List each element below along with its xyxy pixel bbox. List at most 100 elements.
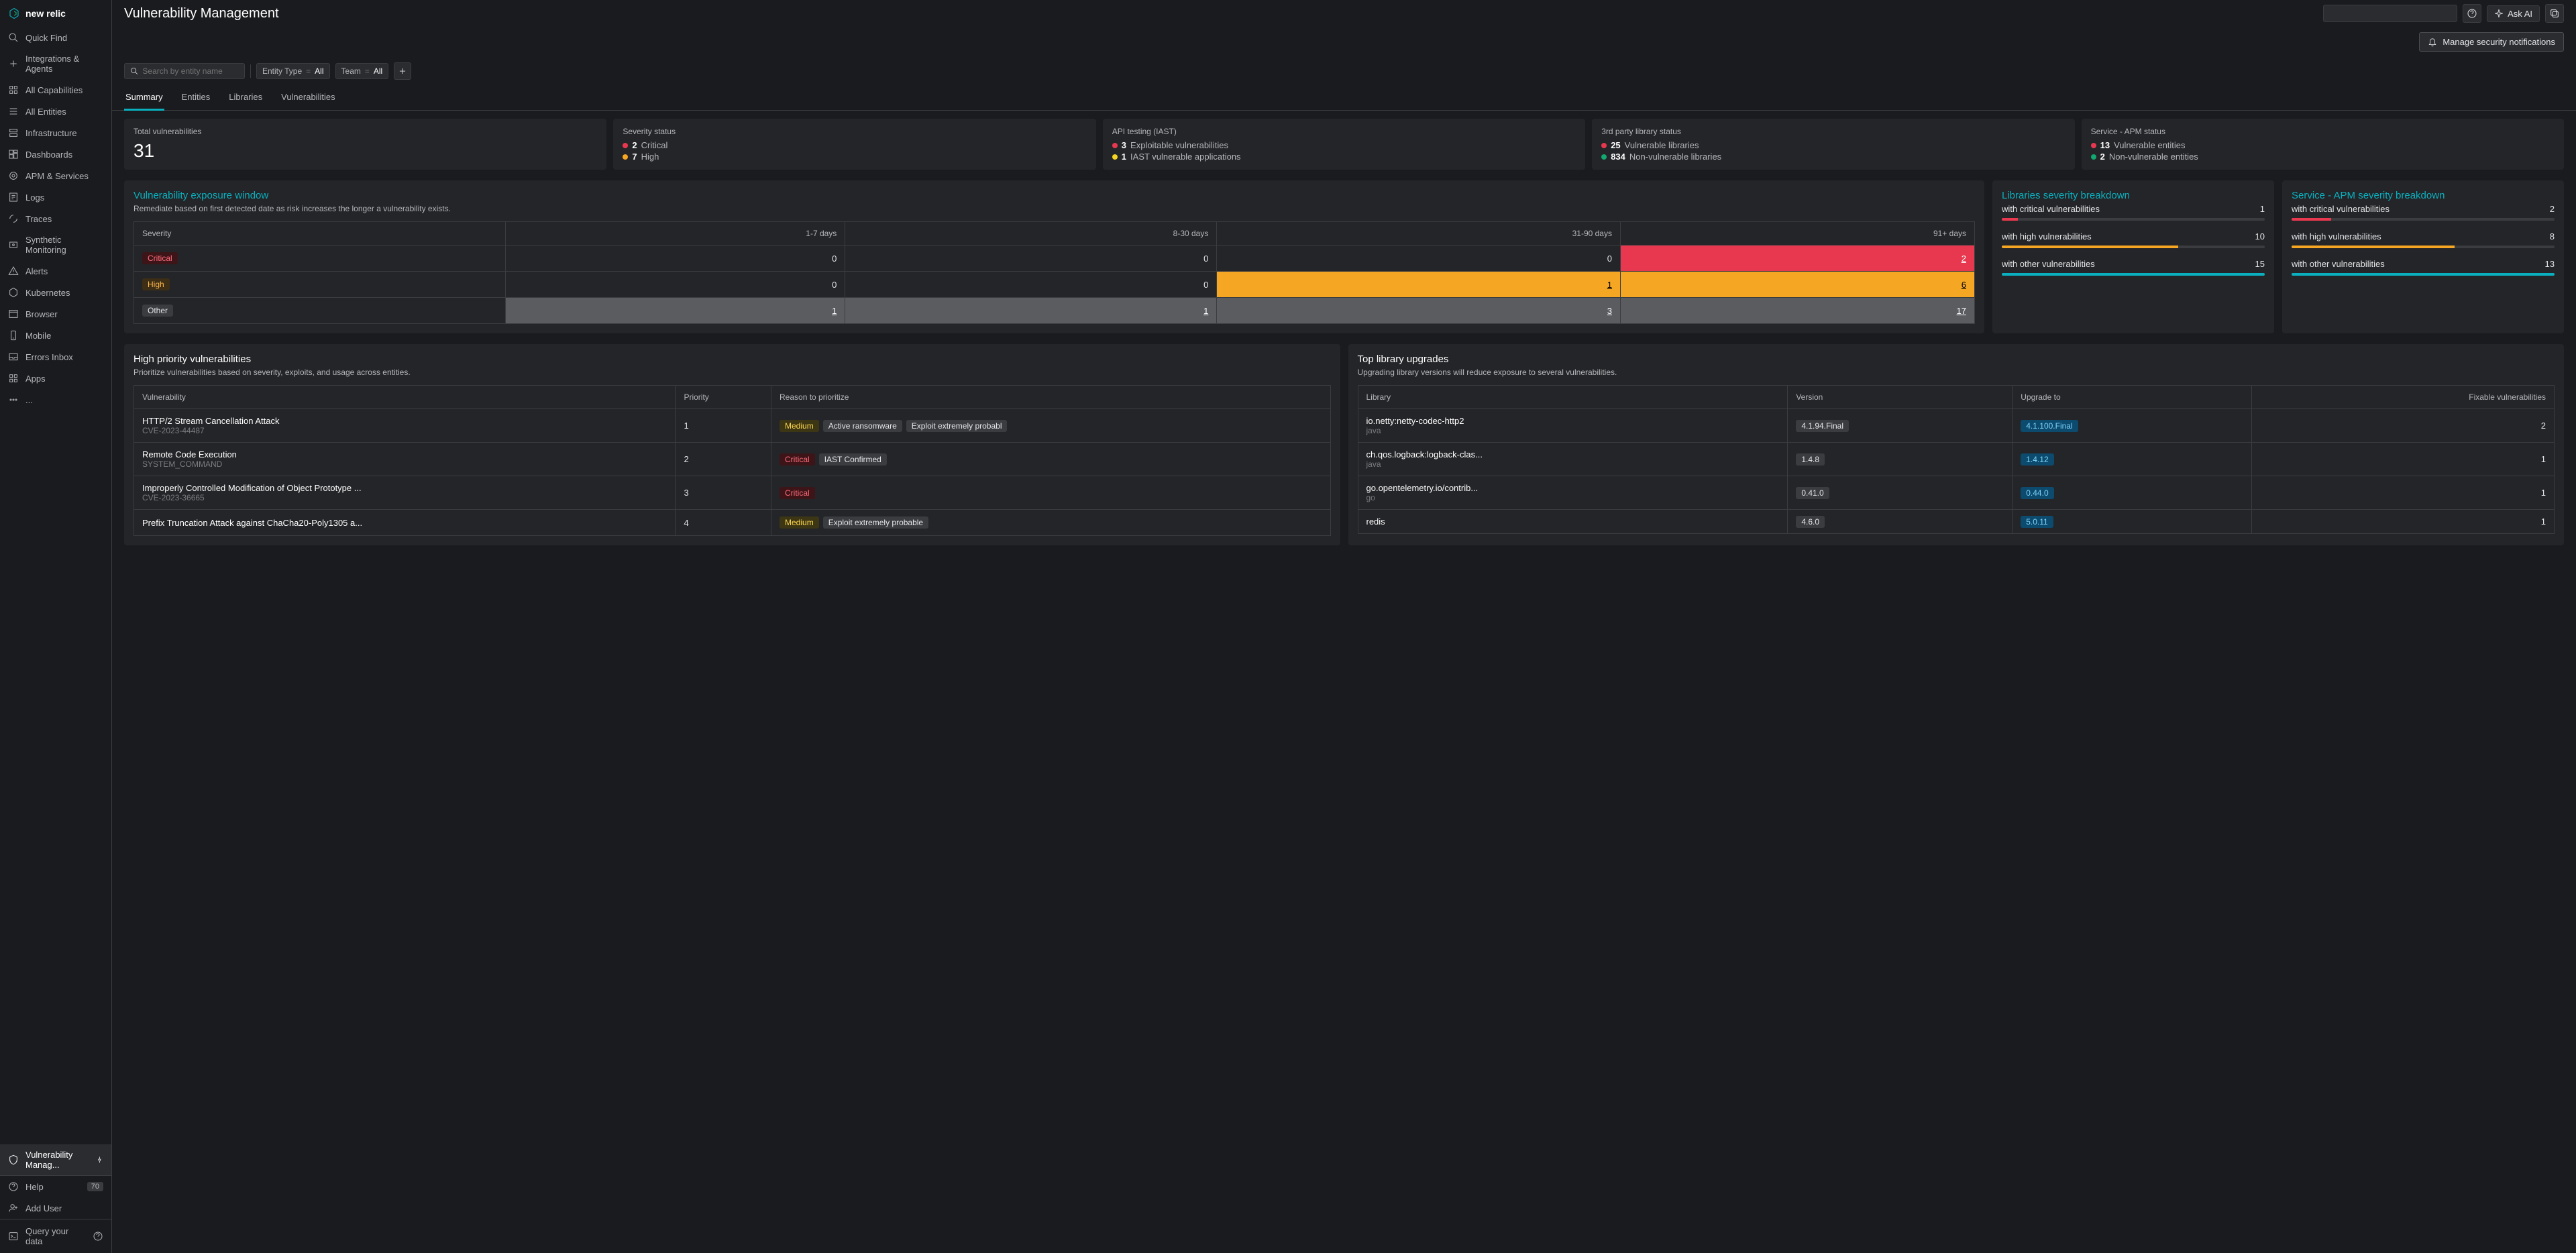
priority-row[interactable]: Prefix Truncation Attack against ChaCha2…	[134, 510, 1331, 536]
sidebar-item-synthetic-monitoring[interactable]: Synthetic Monitoring	[0, 229, 111, 260]
breakdown-item[interactable]: with other vulnerabilities13	[2292, 259, 2555, 276]
apps-icon	[8, 373, 19, 384]
sidebar-item-kubernetes[interactable]: Kubernetes	[0, 282, 111, 303]
tab-summary[interactable]: Summary	[124, 85, 164, 111]
logo[interactable]: new relic	[0, 0, 111, 27]
priority-row[interactable]: Remote Code ExecutionSYSTEM_COMMAND2Crit…	[134, 443, 1331, 476]
nav-label: Infrastructure	[25, 128, 77, 138]
main-content: Vulnerability Management Ask AI Manage s…	[112, 0, 2576, 1253]
version-pill: 4.6.0	[1796, 516, 1825, 528]
share-button[interactable]	[2545, 4, 2564, 23]
sidebar-item-all-entities[interactable]: All Entities	[0, 101, 111, 122]
exposure-cell[interactable]: 6	[1620, 272, 1974, 298]
upgrade-pill[interactable]: 1.4.12	[2021, 453, 2053, 466]
vuln-cve: CVE-2023-44487	[142, 426, 667, 435]
upgrade-pill[interactable]: 0.44.0	[2021, 487, 2053, 499]
upgrade-row[interactable]: redis4.6.05.0.111	[1358, 510, 2555, 534]
top-search-input[interactable]	[2323, 5, 2457, 22]
entity-search-input[interactable]	[142, 66, 239, 76]
upgrade-pill[interactable]: 5.0.11	[2021, 516, 2053, 528]
exposure-cell[interactable]: 17	[1620, 298, 1974, 324]
sidebar-item-apm-services[interactable]: APM & Services	[0, 165, 111, 186]
priority-table: VulnerabilityPriorityReason to prioritiz…	[133, 385, 1331, 536]
sidebar-item-apps[interactable]: Apps	[0, 368, 111, 389]
sidebar-item-quick-find[interactable]: Quick Find	[0, 27, 111, 48]
vuln-cve: CVE-2023-36665	[142, 493, 667, 502]
sidebar-item-traces[interactable]: Traces	[0, 208, 111, 229]
sidebar-item-alerts[interactable]: Alerts	[0, 260, 111, 282]
sidebar-item-integrations-agents[interactable]: Integrations & Agents	[0, 48, 111, 79]
tab-entities[interactable]: Entities	[180, 85, 212, 110]
sidebar-item-all-capabilities[interactable]: All Capabilities	[0, 79, 111, 101]
nav-label: All Capabilities	[25, 85, 83, 95]
sidebar-item-dashboards[interactable]: Dashboards	[0, 144, 111, 165]
upgrade-row[interactable]: ch.qos.logback:logback-clas...java1.4.81…	[1358, 443, 2555, 476]
sidebar-item-add-user[interactable]: Add User	[0, 1197, 111, 1219]
entity-search-box[interactable]	[124, 63, 245, 79]
stat-card[interactable]: Total vulnerabilities31	[124, 119, 606, 170]
sidebar-item-vulnerability[interactable]: Vulnerability Manag...	[0, 1144, 111, 1175]
stat-line: 13Vulnerable entities	[2091, 140, 2555, 150]
upgrade-col-header: Upgrade to	[2012, 386, 2251, 409]
bd-label: with other vulnerabilities	[2002, 259, 2095, 269]
tab-vulnerabilities[interactable]: Vulnerabilities	[280, 85, 336, 110]
stat-label: Service - APM status	[2091, 127, 2555, 136]
nav-label: Alerts	[25, 266, 48, 276]
sidebar-item-errors-inbox[interactable]: Errors Inbox	[0, 346, 111, 368]
priority-row[interactable]: Improperly Controlled Modification of Ob…	[134, 476, 1331, 510]
ask-ai-button[interactable]: Ask AI	[2487, 5, 2540, 22]
breakdown-item[interactable]: with critical vulnerabilities2	[2292, 204, 2555, 221]
help-button[interactable]	[2463, 4, 2481, 23]
priority-panel: High priority vulnerabilities Prioritize…	[124, 344, 1340, 545]
exposure-cell[interactable]: 1	[1217, 272, 1621, 298]
priority-cell: 3	[676, 476, 771, 510]
filter-chip-team[interactable]: Team=All	[335, 63, 389, 79]
sidebar-item-mobile[interactable]: Mobile	[0, 325, 111, 346]
upgrade-pill[interactable]: 4.1.100.Final	[2021, 420, 2078, 432]
priority-row[interactable]: HTTP/2 Stream Cancellation AttackCVE-202…	[134, 409, 1331, 443]
add-filter-button[interactable]	[394, 62, 411, 80]
upgrade-col-header: Version	[1788, 386, 2012, 409]
sidebar-item-logs[interactable]: Logs	[0, 186, 111, 208]
stat-label: 3rd party library status	[1601, 127, 2065, 136]
alert-icon	[8, 266, 19, 276]
stat-text: Non-vulnerable libraries	[1629, 152, 1721, 162]
lib-breakdown-title[interactable]: Libraries severity breakdown	[2002, 190, 2265, 201]
sidebar-item--[interactable]: ...	[0, 389, 111, 411]
breakdown-item[interactable]: with high vulnerabilities10	[2002, 231, 2265, 248]
exposure-cell[interactable]: 1	[505, 298, 845, 324]
version-cell: 0.41.0	[1788, 476, 2012, 510]
dashboard-icon	[8, 149, 19, 160]
stat-card[interactable]: 3rd party library status25Vulnerable lib…	[1592, 119, 2074, 170]
sidebar-item-browser[interactable]: Browser	[0, 303, 111, 325]
breakdown-item[interactable]: with critical vulnerabilities1	[2002, 204, 2265, 221]
exposure-cell[interactable]: 3	[1217, 298, 1621, 324]
fixable-cell: 1	[2251, 443, 2554, 476]
search-icon	[8, 32, 19, 43]
breakdown-item[interactable]: with high vulnerabilities8	[2292, 231, 2555, 248]
stat-card[interactable]: Service - APM status 13Vulnerable entitie…	[2082, 119, 2564, 170]
query-data-bar[interactable]: Query your data	[0, 1219, 111, 1253]
filter-chip-entity-type[interactable]: Entity Type=All	[256, 63, 330, 79]
upgrade-row[interactable]: go.opentelemetry.io/contrib...go0.41.00.…	[1358, 476, 2555, 510]
query-help-icon[interactable]	[93, 1231, 103, 1242]
exposure-cell[interactable]: 1	[845, 298, 1217, 324]
stat-card[interactable]: API testing (IAST)3Exploitable vulnerabi…	[1103, 119, 1585, 170]
stat-card[interactable]: Severity status2Critical7High	[613, 119, 1095, 170]
exposure-title[interactable]: Vulnerability exposure window	[133, 190, 1975, 201]
stat-num: 2	[632, 140, 637, 150]
grid-icon	[8, 85, 19, 95]
breakdown-item[interactable]: with other vulnerabilities15	[2002, 259, 2265, 276]
pin-icon[interactable]	[96, 1155, 103, 1164]
svc-breakdown-title[interactable]: Service - APM severity breakdown	[2292, 190, 2555, 201]
tab-libraries[interactable]: Libraries	[227, 85, 264, 110]
manage-notifications-button[interactable]: Manage security notifications	[2419, 32, 2564, 52]
filter-op: =	[365, 66, 370, 76]
upgrade-to-cell: 0.44.0	[2012, 476, 2251, 510]
sidebar-item-infrastructure[interactable]: Infrastructure	[0, 122, 111, 144]
sidebar-item-help[interactable]: Help 70	[0, 1176, 111, 1197]
kubernetes-icon	[8, 287, 19, 298]
upgrade-row[interactable]: io.netty:netty-codec-http2java4.1.94.Fin…	[1358, 409, 2555, 443]
exposure-cell[interactable]: 2	[1620, 246, 1974, 272]
stat-value: 31	[133, 140, 597, 162]
